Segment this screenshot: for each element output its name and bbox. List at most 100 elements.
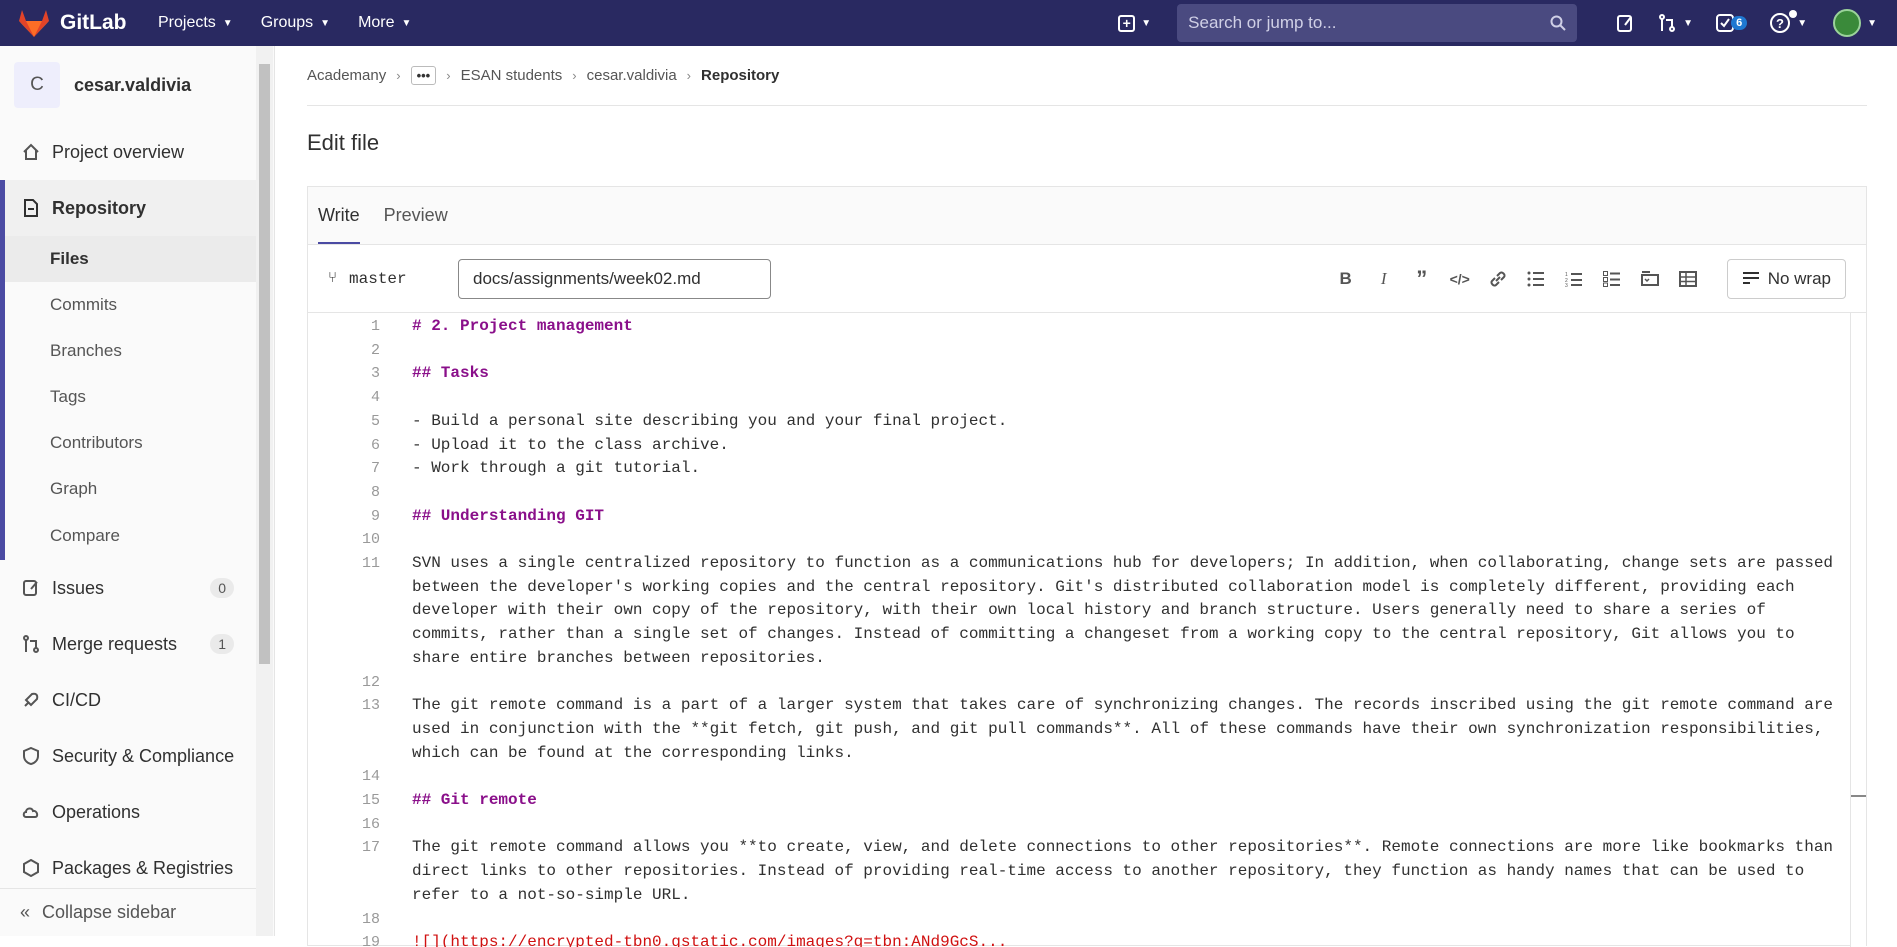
tab-write[interactable]: Write [318,205,360,244]
issues-icon [1617,15,1633,32]
code-line[interactable]: 3 ## Tasks [308,362,1866,386]
editor-scroll-marker [1851,795,1866,797]
code-line[interactable]: 4 [308,386,1866,410]
chevron-down-icon: ▼ [1141,17,1152,29]
sidebar-subitem-branches[interactable]: Branches [0,328,256,374]
page-title: Edit file [307,130,380,155]
line-number: 10 [361,531,380,549]
sidebar-subitem-compare[interactable]: Compare [0,512,256,560]
collapsible-icon[interactable] [1631,263,1669,295]
line-text [380,528,1840,552]
tab-preview[interactable]: Preview [384,205,448,244]
sidebar-item-repository[interactable]: Repository [0,180,256,236]
code-line[interactable]: 16 [308,813,1866,837]
sidebar-scrollbar-thumb[interactable] [259,64,270,664]
search-icon [1550,15,1566,31]
sidebar-item-operations[interactable]: Operations [0,784,256,840]
sidebar-item-cicd[interactable]: CI/CD [0,672,256,728]
main-content: Academany › ••• › ESAN students › cesar.… [307,46,1867,947]
code-line[interactable]: 17 The git remote command allows you **to… [308,836,1866,907]
code-line[interactable]: 7 - Work through a git tutorial. [308,457,1866,481]
code-line[interactable]: 13 The git remote command is a part of a … [308,694,1866,765]
nav-right: + ▼ ▼ 6 ? ▼ ▼ [1118,0,1897,46]
nav-more[interactable]: More ▼ [358,14,411,32]
code-line[interactable]: 15 ## Git remote [308,789,1866,813]
sidebar-item-security[interactable]: Security & Compliance [0,728,256,784]
code-line[interactable]: 10 [308,528,1866,552]
breadcrumb-ellipsis-button[interactable]: ••• [410,66,437,85]
project-avatar: C [14,62,60,108]
sidebar-subitem-label: Compare [50,526,120,545]
user-menu-button[interactable]: ▼ [1833,9,1877,37]
package-icon [20,857,42,879]
sidebar-item-issues[interactable]: Issues 0 [0,560,256,616]
code-line[interactable]: 6 - Upload it to the class archive. [308,434,1866,458]
line-number: 19 [361,934,380,947]
sidebar-item-project-overview[interactable]: Project overview [0,124,256,180]
collapse-sidebar-label: Collapse sidebar [42,902,177,922]
sidebar-scrollbar[interactable] [256,46,273,936]
bullet-list-icon[interactable] [1517,263,1555,295]
issues-nav-button[interactable] [1615,13,1635,33]
code-line[interactable]: 14 [308,765,1866,789]
quote-icon[interactable]: ” [1403,263,1441,295]
nav-groups[interactable]: Groups ▼ [261,14,330,32]
todos-nav-button[interactable]: 6 [1715,13,1748,33]
sidebar: C cesar.valdivia Project overview Reposi… [0,46,275,936]
nav-projects[interactable]: Projects ▼ [158,14,233,32]
chevron-down-icon: ▼ [1867,17,1877,29]
sidebar-subitem-label: Tags [50,387,86,406]
code-line[interactable]: 9 ## Understanding GIT [308,505,1866,529]
sidebar-subitem-contributors[interactable]: Contributors [0,420,256,466]
breadcrumb-esan-students[interactable]: ESAN students [461,67,563,84]
line-number: 17 [361,839,380,857]
code-editor[interactable]: 1 # 2. Project management 2 3 ## Tasks 4 5 - … [308,313,1866,947]
numbered-list-icon[interactable]: 123 [1555,263,1593,295]
code-line[interactable]: 8 [308,481,1866,505]
breadcrumb-academany[interactable]: Academany [307,67,386,84]
line-text: The git remote command is a part of a la… [412,696,1843,762]
code-line[interactable]: 18 [308,908,1866,932]
chevron-right-icon: › [396,68,401,83]
line-text: # 2. Project management [412,317,633,335]
sidebar-project-header[interactable]: C cesar.valdivia [0,46,274,124]
help-nav-button[interactable]: ? ▼ [1769,10,1807,34]
chevron-down-icon: ▼ [1683,17,1694,29]
sidebar-item-label: Operations [52,801,141,822]
sidebar-subitem-files[interactable]: Files [0,236,256,282]
line-number: 2 [370,341,380,359]
code-line[interactable]: 1 # 2. Project management [308,315,1866,339]
search-input[interactable] [1188,13,1551,33]
top-navbar: GitLab Projects ▼ Groups ▼ More ▼ + ▼ ▼ 6 ?… [0,0,1897,46]
link-icon[interactable] [1479,263,1517,295]
code-line[interactable]: 12 [308,671,1866,695]
sidebar-subitem-tags[interactable]: Tags [0,374,256,420]
code-line[interactable]: 11 SVN uses a single centralized reposito… [308,552,1866,671]
task-list-icon[interactable] [1593,263,1631,295]
search-box[interactable] [1177,4,1578,42]
line-text [380,765,1840,789]
sidebar-item-merge-requests[interactable]: Merge requests 1 [0,616,256,672]
italic-icon[interactable]: I [1365,263,1403,295]
merge-requests-nav-button[interactable]: ▼ [1657,13,1693,33]
nav-groups-label: Groups [260,14,314,31]
code-line[interactable]: 5 - Build a personal site describing you … [308,410,1866,434]
collapse-sidebar-button[interactable]: « Collapse sidebar [0,888,256,936]
code-line[interactable]: 2 [308,339,1866,363]
sidebar-subitem-commits[interactable]: Commits [0,282,256,328]
no-wrap-button[interactable]: No wrap [1726,258,1846,299]
breadcrumb-user[interactable]: cesar.valdivia [587,67,677,84]
line-text: ## Tasks [412,364,489,383]
code-line[interactable]: 19 ![](https://encrypted-tbn0.gstatic.com… [308,931,1866,947]
code-icon[interactable]: </> [1441,263,1479,295]
breadcrumb-current[interactable]: Repository [701,67,779,84]
sidebar-subitem-label: Contributors [50,433,143,452]
file-path-input[interactable] [458,258,771,299]
editor-scrollbar[interactable] [1850,313,1866,947]
bold-icon[interactable]: B [1327,263,1365,295]
gitlab-home-link[interactable]: GitLab [18,8,138,38]
new-dropdown-button[interactable]: + ▼ [1118,14,1152,32]
line-text [380,481,1840,505]
sidebar-subitem-graph[interactable]: Graph [0,466,256,512]
table-icon[interactable] [1669,263,1707,295]
